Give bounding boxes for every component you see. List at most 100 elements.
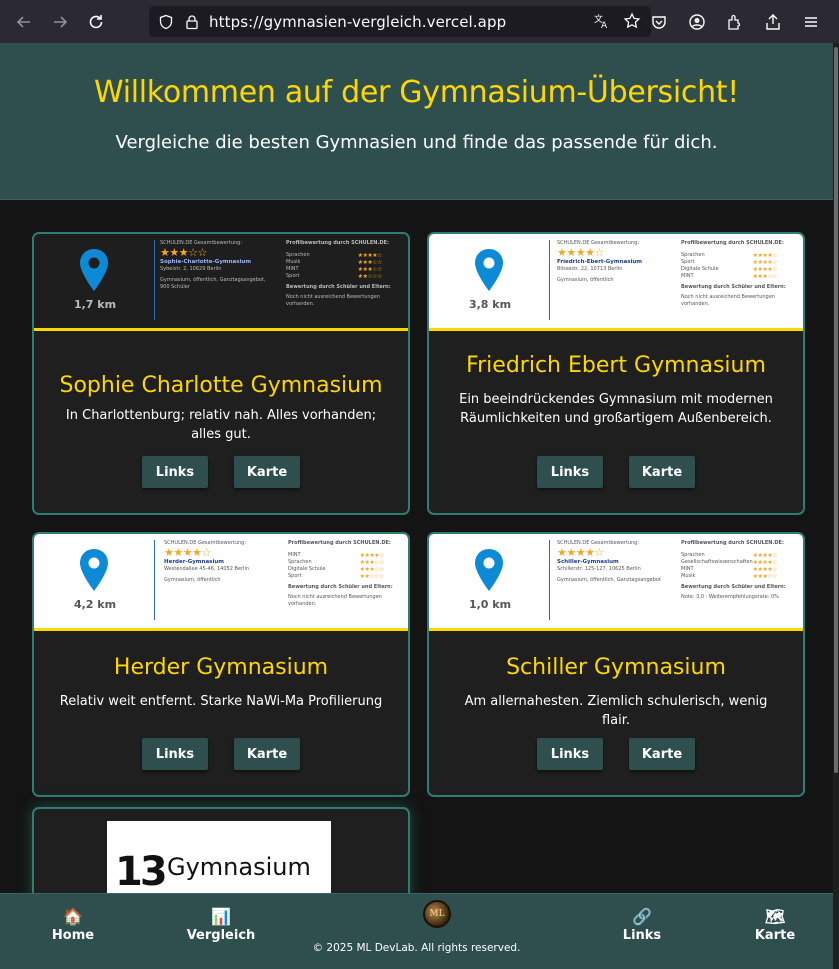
preview-profile-item: Sprachen xyxy=(681,252,705,258)
school-description: Ein beeindrückendes Gymnasium mit modern… xyxy=(459,392,773,426)
divider xyxy=(549,240,550,320)
preview-feedback: Bewertung durch Schüler und Eltern: xyxy=(288,584,393,590)
school-description: Relativ weit entfernt. Starke NaWi-Ma Pr… xyxy=(59,694,383,709)
preview-feedback: Bewertung durch Schüler und Eltern: xyxy=(286,284,391,290)
arrow-right-icon xyxy=(54,15,68,28)
school-description: In Charlottenburg; relativ nah. Alles vo… xyxy=(65,408,377,442)
links-button[interactable]: Links xyxy=(142,456,208,488)
rating-stars: ★★★☆☆ xyxy=(160,246,207,259)
preview-info: SCHULEN.DE Gesamtbewertung: ★★★★☆ Schill… xyxy=(557,540,661,584)
preview-profile: Profilbewertung durch SCHULEN.DE: Sprach… xyxy=(681,540,791,601)
preview-info: SCHULEN.DE Gesamtbewertung: ★★★★☆ Friedr… xyxy=(557,240,642,284)
rating-stars: ★★★★☆ xyxy=(164,546,211,559)
pocket-icon[interactable] xyxy=(641,4,677,40)
reload-button[interactable] xyxy=(78,4,114,40)
distance-label: 1,7 km xyxy=(73,298,117,311)
preview-profile-item: Sport xyxy=(288,573,302,579)
lock-icon[interactable] xyxy=(179,9,205,35)
translate-icon[interactable]: 文A xyxy=(589,8,615,34)
arrow-left-icon xyxy=(16,15,30,28)
divider xyxy=(549,540,550,620)
forward-button[interactable] xyxy=(42,4,78,40)
preview-profile-item: Digitale Schule xyxy=(288,566,326,572)
nav-links[interactable]: 🔗 Links xyxy=(612,906,672,943)
logo-number: 13 xyxy=(115,849,168,895)
school-name: Sophie Charlotte Gymnasium xyxy=(59,373,383,398)
nav-home-label: Home xyxy=(51,928,95,943)
shield-icon[interactable] xyxy=(153,9,179,35)
preview-type: Gymnasium, öffentlich, Ganztagsangebot, … xyxy=(160,277,266,290)
school-preview-image: 3,8 km SCHULEN.DE Gesamtbewertung: ★★★★☆… xyxy=(429,234,803,331)
share-icon[interactable] xyxy=(755,4,791,40)
preview-address: Blissestr. 22, 10713 Berlin xyxy=(557,266,623,272)
nav-map-label: Karte xyxy=(754,928,796,943)
hero-header: Willkommen auf der Gymnasium-Übersicht! … xyxy=(0,43,833,200)
menu-icon[interactable] xyxy=(793,4,829,40)
preview-profile-item: Gesellschaftswissenschaften xyxy=(681,559,753,565)
divider xyxy=(154,240,155,320)
school-card-sophie-charlotte: 1,7 km SCHULEN.DE Gesamtbewertung: ★★★☆☆… xyxy=(32,232,410,515)
rating-stars: ★★★★☆ xyxy=(557,246,604,259)
preview-profile-item: MINT xyxy=(681,273,694,279)
preview-feedback: Bewertung durch Schüler und Eltern: xyxy=(681,284,786,290)
preview-school-name: Schiller-Gymnasium xyxy=(557,559,619,565)
distance-label: 1,0 km xyxy=(468,598,512,611)
scrollbar[interactable] xyxy=(833,43,839,969)
page-subtitle: Vergleiche die besten Gymnasien und find… xyxy=(115,132,718,153)
account-icon[interactable] xyxy=(679,4,715,40)
links-button[interactable]: Links xyxy=(537,738,603,770)
preview-info: SCHULEN.DE Gesamtbewertung: ★★★☆☆ Sophie… xyxy=(160,240,276,291)
location-pin-icon xyxy=(80,549,108,591)
location-pin-icon xyxy=(475,249,503,291)
preview-profile-title: Profilbewertung durch SCHULEN.DE: xyxy=(288,540,391,546)
map-button[interactable]: Karte xyxy=(234,738,300,770)
school-card-herder: 4,2 km SCHULEN.DE Gesamtbewertung: ★★★★☆… xyxy=(32,532,410,797)
preview-feedback: Bewertung durch Schüler und Eltern: xyxy=(681,584,786,590)
bar-chart-icon: 📊 xyxy=(211,907,231,926)
map-button[interactable]: Karte xyxy=(234,456,300,488)
preview-feedback-note: Note: 3,0 · Weiterempfehlungsrate: 0% xyxy=(681,594,779,600)
links-button[interactable]: Links xyxy=(537,456,603,488)
preview-feedback-note: Noch nicht ausreichend Bewertungen vorha… xyxy=(288,594,382,607)
preview-profile-title: Profilbewertung durch SCHULEN.DE: xyxy=(681,240,784,246)
school-logo: 13 Gymnasium xyxy=(107,821,331,901)
preview-profile: Profilbewertung durch SCHULEN.DE: Sprach… xyxy=(681,240,791,308)
back-button[interactable] xyxy=(6,4,42,40)
nav-links-label: Links xyxy=(622,928,662,943)
preview-profile-title: Profilbewertung durch SCHULEN.DE: xyxy=(681,540,784,546)
scrollbar-thumb[interactable] xyxy=(834,47,838,773)
preview-school-name: Sophie-Charlotte-Gymnasium xyxy=(160,259,252,265)
distance-label: 3,8 km xyxy=(468,298,512,311)
nav-compare[interactable]: 📊 Vergleich xyxy=(183,906,259,943)
preview-type: Gymnasium, öffentlich xyxy=(164,577,221,583)
link-icon: 🔗 xyxy=(632,907,652,926)
map-icon: 🗺 xyxy=(764,907,786,926)
preview-profile-item: Sprachen xyxy=(681,552,705,558)
preview-profile-item: MINT xyxy=(681,566,694,572)
address-bar[interactable]: https://gymnasien-vergleich.vercel.app 文… xyxy=(149,6,651,37)
nav-home[interactable]: 🏠 Home xyxy=(40,906,106,943)
school-description: Am allernahesten. Ziemlich schulerisch, … xyxy=(464,694,768,728)
nav-compare-label: Vergleich xyxy=(186,928,256,943)
copyright: © 2025 ML DevLab. All rights reserved. xyxy=(312,942,521,954)
logo-word: Gymnasium xyxy=(167,853,311,881)
nav-map[interactable]: 🗺 Karte xyxy=(745,906,805,943)
preview-profile-item: MINT xyxy=(288,552,301,558)
url-text[interactable]: https://gymnasien-vergleich.vercel.app xyxy=(209,13,506,31)
links-button[interactable]: Links xyxy=(142,738,208,770)
preview-info: SCHULEN.DE Gesamtbewertung: ★★★★☆ Herder… xyxy=(164,540,249,584)
preview-profile-item: Sprachen xyxy=(288,559,312,565)
school-name: Herder Gymnasium xyxy=(113,655,329,680)
browser-toolbar: https://gymnasien-vergleich.vercel.app 文… xyxy=(0,0,839,43)
preview-profile-title: Profilbewertung durch SCHULEN.DE: xyxy=(286,240,389,246)
school-preview-image: 1,0 km SCHULEN.DE Gesamtbewertung: ★★★★☆… xyxy=(429,534,803,631)
preview-profile-item: Musik xyxy=(286,259,301,265)
divider xyxy=(154,540,155,620)
location-pin-icon xyxy=(475,549,503,591)
extensions-icon[interactable] xyxy=(717,4,753,40)
map-button[interactable]: Karte xyxy=(629,738,695,770)
preview-profile-item: Sport xyxy=(286,273,300,279)
map-button[interactable]: Karte xyxy=(629,456,695,488)
page-title: Willkommen auf der Gymnasium-Übersicht! xyxy=(94,75,739,110)
location-pin-icon xyxy=(80,249,108,291)
